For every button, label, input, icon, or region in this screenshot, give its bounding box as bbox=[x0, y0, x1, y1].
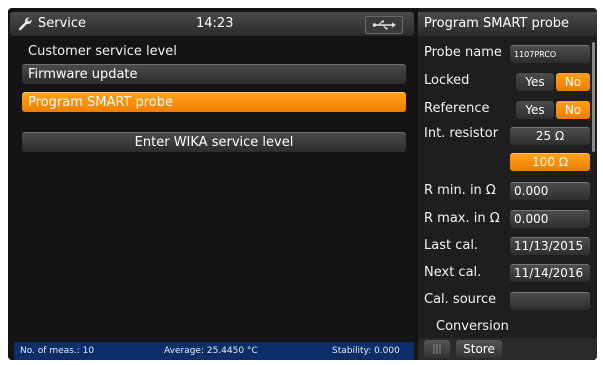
panel-footer: Store bbox=[418, 338, 597, 360]
reference-yes-toggle[interactable]: Yes bbox=[516, 101, 554, 119]
grip-button[interactable] bbox=[424, 340, 450, 358]
resistor-25-option[interactable]: 25 Ω bbox=[510, 127, 590, 145]
next-cal-label: Next cal. bbox=[424, 265, 482, 280]
reference-label: Reference bbox=[424, 101, 490, 116]
rmin-field[interactable]: 0.000 bbox=[510, 182, 590, 200]
service-pane: Service 14:23 Customer service level Fir… bbox=[8, 8, 418, 360]
next-cal-field[interactable]: 11/14/2016 bbox=[510, 264, 590, 282]
store-button[interactable]: Store bbox=[456, 340, 502, 358]
enter-wika-service-button[interactable]: Enter WIKA service level bbox=[22, 132, 406, 152]
usb-status[interactable] bbox=[365, 16, 403, 34]
smart-probe-panel: Program SMART probe Probe name 1107PRCO … bbox=[418, 8, 597, 360]
last-cal-field[interactable]: 11/13/2015 bbox=[510, 237, 590, 255]
device-screen: Service 14:23 Customer service level Fir… bbox=[8, 8, 597, 360]
probe-name-label: Probe name bbox=[424, 45, 502, 60]
locked-yes-toggle[interactable]: Yes bbox=[516, 73, 554, 91]
average-value: Average: 25.4450 °C bbox=[164, 346, 258, 356]
locked-label: Locked bbox=[424, 73, 470, 88]
grip-icon bbox=[433, 344, 441, 354]
customer-service-label: Customer service level bbox=[28, 44, 177, 59]
resistor-100-option[interactable]: 100 Ω bbox=[510, 153, 590, 171]
probe-name-field[interactable]: 1107PRCO bbox=[510, 45, 590, 63]
page-title: Service bbox=[38, 16, 87, 31]
cal-source-label: Cal. source bbox=[424, 292, 497, 307]
reference-no-toggle[interactable]: No bbox=[556, 101, 590, 119]
meas-count: No. of meas.: 10 bbox=[20, 346, 95, 356]
wrench-icon bbox=[18, 17, 32, 31]
firmware-update-button[interactable]: Firmware update bbox=[22, 64, 406, 84]
rmax-label: R max. in Ω bbox=[424, 211, 500, 226]
title-bar: Service 14:23 bbox=[10, 12, 414, 36]
panel-scrollbar[interactable] bbox=[592, 42, 595, 152]
measurement-status-bar: No. of meas.: 10 Average: 25.4450 °C Sta… bbox=[14, 342, 414, 360]
int-resistor-label: Int. resistor bbox=[424, 126, 499, 141]
conversion-label: Conversion bbox=[436, 319, 509, 334]
program-smart-probe-button[interactable]: Program SMART probe bbox=[22, 92, 406, 112]
usb-icon bbox=[372, 20, 396, 30]
rmin-label: R min. in Ω bbox=[424, 183, 496, 198]
stability-value: Stability: 0.000 bbox=[332, 346, 400, 356]
locked-no-toggle[interactable]: No bbox=[556, 73, 590, 91]
clock: 14:23 bbox=[196, 16, 234, 31]
cal-source-field[interactable] bbox=[510, 292, 590, 310]
panel-title: Program SMART probe bbox=[418, 12, 597, 36]
rmax-field[interactable]: 0.000 bbox=[510, 210, 590, 228]
last-cal-label: Last cal. bbox=[424, 238, 479, 253]
